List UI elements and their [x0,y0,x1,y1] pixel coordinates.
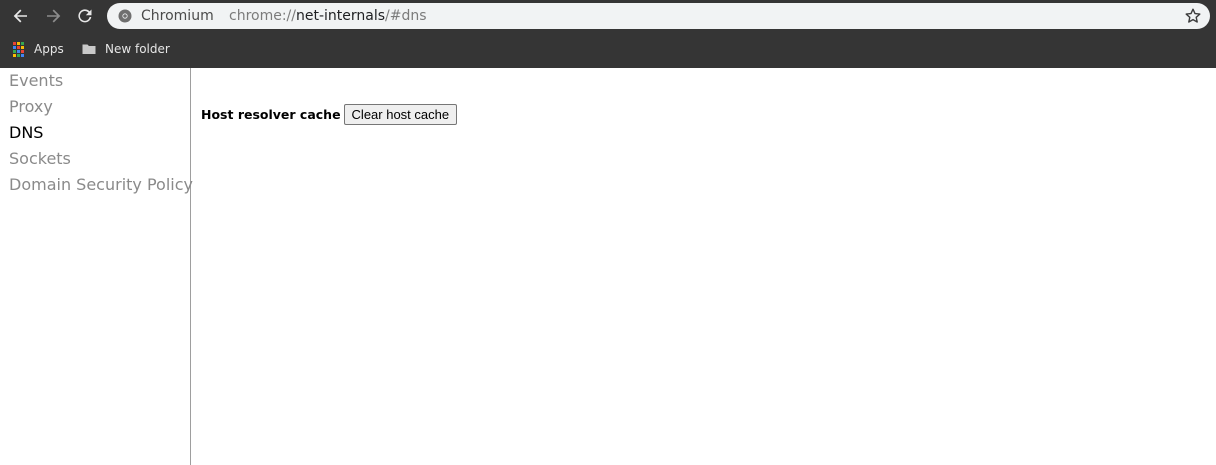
tab-sidebar: Events Proxy DNS Sockets Domain Security… [0,68,193,465]
bookmark-new-folder[interactable]: New folder [81,40,170,58]
address-bar[interactable]: Chromium chrome://net-internals/#dns [107,3,1210,29]
tab-proxy[interactable]: Proxy [9,97,53,117]
arrow-right-icon [47,9,61,23]
reload-icon [78,9,92,23]
browser-chrome: Chromium chrome://net-internals/#dns App… [0,0,1216,68]
clear-host-cache-button[interactable]: Clear host cache [343,104,458,125]
star-icon[interactable] [1184,7,1202,25]
bookmark-apps[interactable]: Apps [10,40,64,58]
apps-grid-icon [13,41,24,57]
arrow-left-icon [13,9,27,23]
bookmark-label: New folder [105,42,170,56]
reload-button[interactable] [73,4,97,28]
back-button[interactable] [9,4,33,28]
tab-domain-security-policy[interactable]: Domain Security Policy [9,175,193,195]
forward-button[interactable] [41,4,65,28]
bookmarks-bar: Apps New folder [0,33,1216,68]
folder-icon [82,44,96,54]
site-name: Chromium [141,8,214,24]
dns-panel: Host resolver cache Clear host cache [191,68,1216,465]
bookmark-label: Apps [34,42,64,56]
tab-dns[interactable]: DNS [9,123,43,143]
url-text[interactable]: chrome://net-internals/#dns [229,7,427,25]
url-scheme: chrome:// [229,8,296,24]
net-internals-page: Events Proxy DNS Sockets Domain Security… [0,68,1216,465]
url-path: /#dns [385,8,427,24]
tab-events[interactable]: Events [9,71,63,91]
browser-toolbar: Chromium chrome://net-internals/#dns [0,0,1216,33]
tab-sockets[interactable]: Sockets [9,149,71,169]
url-host: net-internals [296,8,386,24]
chromium-site-icon [118,9,132,23]
host-resolver-cache-row: Host resolver cache Clear host cache [201,104,458,125]
host-resolver-cache-label: Host resolver cache [201,107,341,122]
